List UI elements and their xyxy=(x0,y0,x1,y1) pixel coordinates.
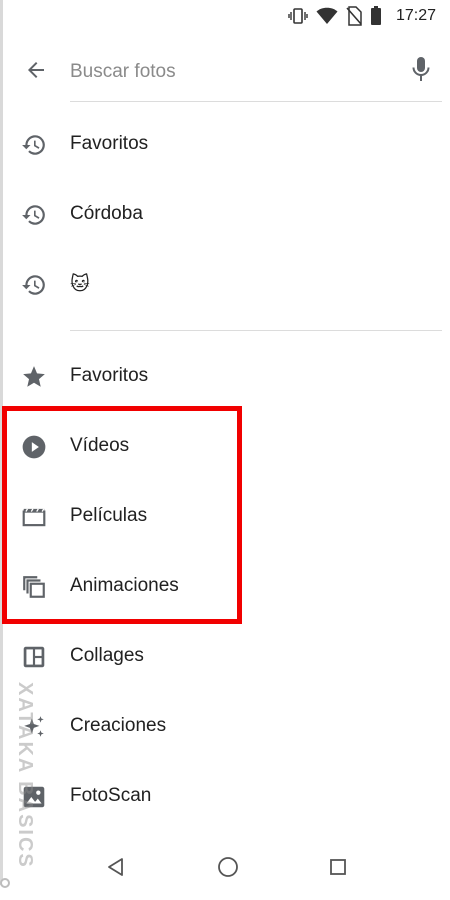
circle-home-icon xyxy=(217,856,239,883)
status-time: 17:27 xyxy=(395,7,436,24)
wifi-icon xyxy=(316,7,338,25)
recent-search-label: Favoritos xyxy=(70,133,149,154)
recent-search-label: Córdoba xyxy=(70,203,143,224)
category-item-favoritos[interactable]: Favoritos xyxy=(0,348,450,404)
recent-search-item[interactable]: Córdoba xyxy=(0,186,450,242)
highlight-box xyxy=(2,406,242,624)
battery-icon xyxy=(370,6,382,26)
microphone-icon xyxy=(411,56,431,87)
back-button[interactable] xyxy=(22,58,50,86)
vibrate-icon xyxy=(288,6,308,26)
category-label: Creaciones xyxy=(70,715,167,736)
category-item-creaciones[interactable]: Creaciones xyxy=(0,698,450,754)
category-label: Collages xyxy=(70,645,144,666)
category-item-fotoscan[interactable]: FotoScan xyxy=(0,768,450,824)
square-recents-icon xyxy=(328,857,348,882)
status-bar: 17:27 xyxy=(0,0,450,32)
arrow-back-icon xyxy=(24,58,48,87)
search-input[interactable] xyxy=(70,56,390,88)
category-label: Favoritos xyxy=(70,365,149,386)
recent-search-label: 🐱 xyxy=(70,274,90,295)
nav-recents-button[interactable] xyxy=(325,856,351,882)
star-icon xyxy=(20,363,48,391)
category-label: FotoScan xyxy=(70,785,152,806)
category-item-collages[interactable]: Collages xyxy=(0,628,450,684)
recent-search-item[interactable]: Favoritos xyxy=(0,116,450,172)
nav-back-button[interactable] xyxy=(103,856,129,882)
history-icon xyxy=(20,201,48,229)
recent-search-item[interactable]: 🐱 xyxy=(0,256,450,312)
no-sim-icon xyxy=(346,6,362,26)
history-icon xyxy=(20,131,48,159)
divider xyxy=(70,101,442,102)
history-icon xyxy=(20,271,48,299)
search-bar xyxy=(0,48,450,96)
nav-home-button[interactable] xyxy=(215,856,241,882)
voice-search-button[interactable] xyxy=(406,56,436,86)
navigation-bar xyxy=(0,838,450,900)
collage-icon xyxy=(20,643,48,671)
divider xyxy=(70,330,442,331)
triangle-back-icon xyxy=(106,857,126,882)
